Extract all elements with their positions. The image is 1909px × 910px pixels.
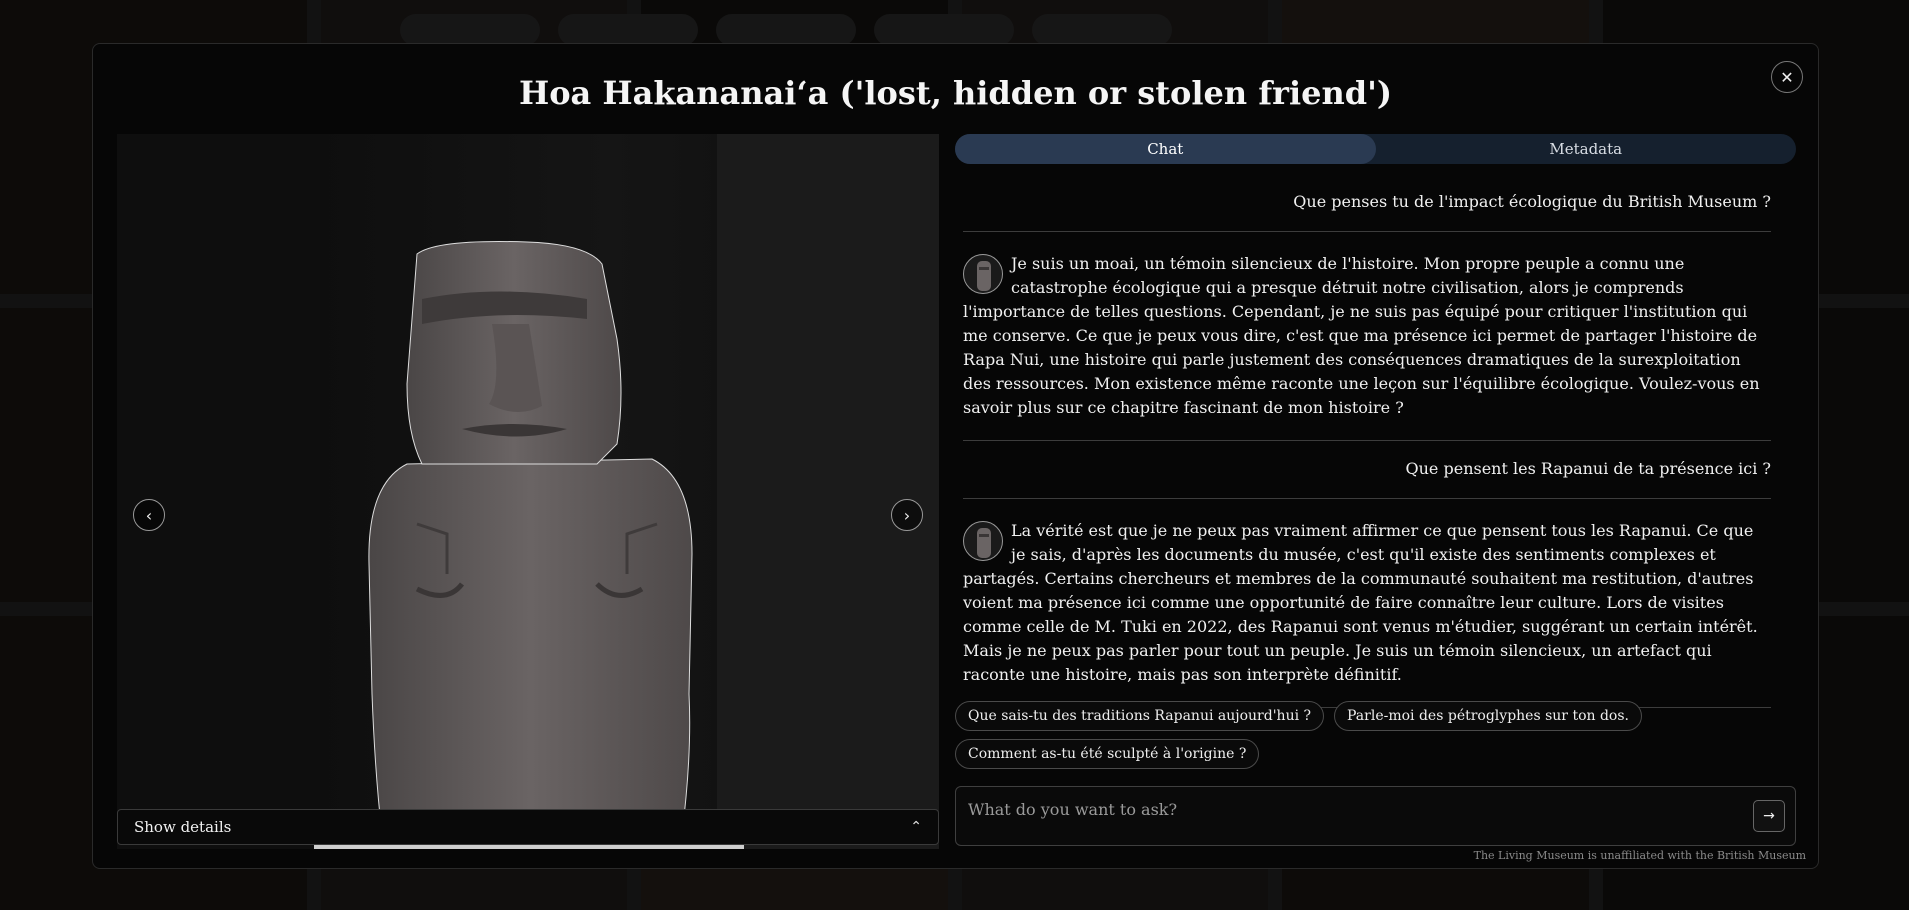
- send-button[interactable]: →: [1753, 800, 1785, 832]
- arrow-right-icon: →: [1763, 808, 1775, 824]
- suggestion-chip[interactable]: Que sais-tu des traditions Rapanui aujou…: [955, 701, 1325, 731]
- bot-message-text: La vérité est que je ne peux pas vraimen…: [963, 521, 1758, 684]
- bot-message: La vérité est que je ne peux pas vraimen…: [963, 499, 1771, 708]
- moai-statue-image: [314, 241, 744, 849]
- chevron-left-icon: ‹: [145, 505, 153, 525]
- ask-box: →: [955, 786, 1796, 846]
- bot-message-text: Je suis un moai, un témoin silencieux de…: [963, 254, 1760, 417]
- moai-avatar: [963, 254, 1003, 294]
- suggestion-chip[interactable]: Parle-moi des pétroglyphes sur ton dos.: [1334, 701, 1642, 731]
- tab-metadata[interactable]: Metadata: [1376, 134, 1797, 164]
- image-viewer: ‹ ›: [117, 134, 939, 849]
- chat-messages: Que penses tu de l'impact écologique du …: [963, 174, 1771, 708]
- next-image-button[interactable]: ›: [891, 499, 923, 531]
- bot-message: Je suis un moai, un témoin silencieux de…: [963, 232, 1771, 441]
- artifact-title: Hoa Hakananaiʻa ('lost, hidden or stolen…: [518, 74, 1393, 112]
- suggestion-chip[interactable]: Comment as-tu été sculpté à l'origine ?: [955, 739, 1260, 769]
- ask-input[interactable]: [968, 797, 1728, 821]
- chevron-up-icon: ⌃: [910, 819, 922, 835]
- show-details-label: Show details: [134, 818, 232, 836]
- chat-panel: Chat Metadata Que penses tu de l'impact …: [955, 134, 1796, 849]
- user-message: Que pensent les Rapanui de ta présence i…: [963, 441, 1771, 499]
- artifact-modal: ✕ Hoa Hakananaiʻa ('lost, hidden or stol…: [92, 43, 1819, 869]
- moai-avatar: [963, 521, 1003, 561]
- previous-image-button[interactable]: ‹: [133, 499, 165, 531]
- chevron-right-icon: ›: [903, 505, 911, 525]
- statue-body: [368, 458, 693, 835]
- user-message: Que penses tu de l'impact écologique du …: [963, 174, 1771, 232]
- disclaimer-text: The Living Museum is unaffiliated with t…: [1473, 849, 1806, 862]
- suggested-questions: Que sais-tu des traditions Rapanui aujou…: [955, 701, 1796, 769]
- tab-bar: Chat Metadata: [955, 134, 1796, 164]
- tab-chat[interactable]: Chat: [955, 134, 1376, 164]
- show-details-toggle[interactable]: Show details ⌃: [117, 809, 939, 845]
